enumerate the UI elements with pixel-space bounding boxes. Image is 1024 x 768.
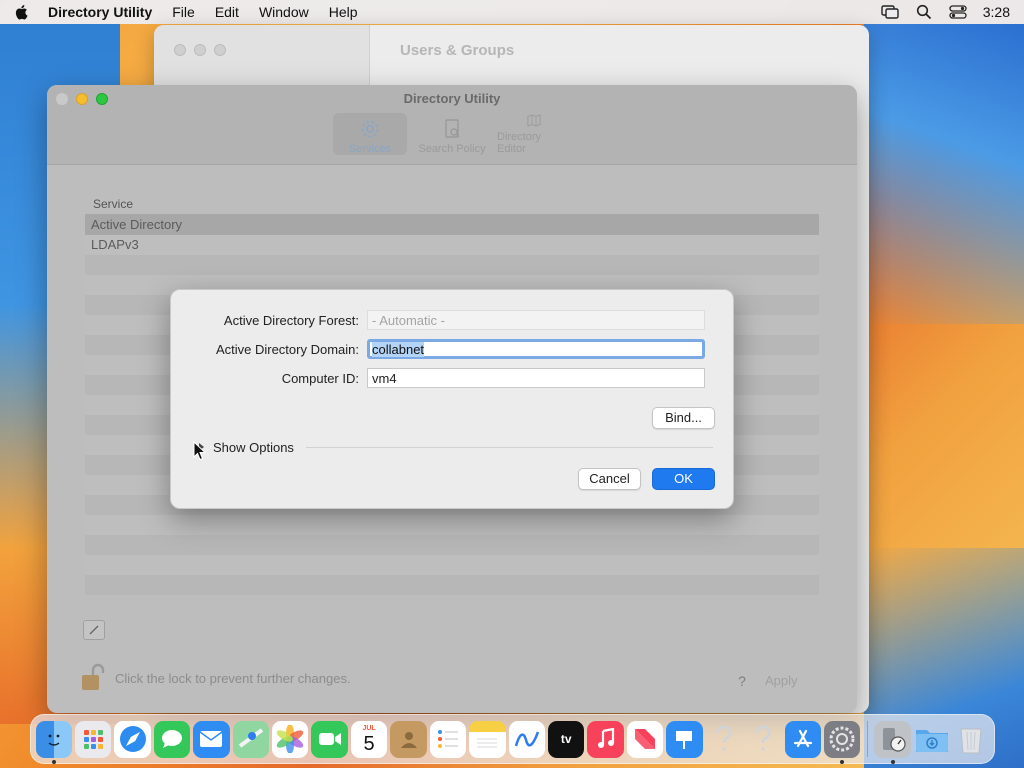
menu-window[interactable]: Window bbox=[259, 4, 309, 20]
mail-icon[interactable] bbox=[193, 720, 230, 758]
empty-row bbox=[85, 515, 819, 535]
tab-search-policy[interactable]: Search Policy bbox=[415, 113, 489, 155]
show-options-label: Show Options bbox=[213, 439, 294, 455]
downloads-folder-icon[interactable] bbox=[914, 721, 950, 758]
system-settings-icon[interactable] bbox=[823, 720, 861, 764]
edit-service-button[interactable] bbox=[83, 620, 105, 640]
menu-help[interactable]: Help bbox=[329, 4, 358, 20]
menu-app-name[interactable]: Directory Utility bbox=[48, 4, 152, 20]
apple-tv-icon[interactable]: tv bbox=[547, 720, 585, 758]
apple-tv-label: tv bbox=[560, 732, 572, 746]
menu-clock[interactable]: 3:28 bbox=[983, 4, 1010, 20]
domain-row: Active Directory Domain: collabnet bbox=[171, 338, 735, 360]
close-button[interactable] bbox=[174, 44, 186, 56]
service-column-header[interactable]: Service bbox=[85, 193, 819, 215]
computer-id-label: Computer ID: bbox=[281, 370, 359, 386]
empty-row bbox=[85, 535, 819, 555]
help-button[interactable]: ? bbox=[733, 673, 751, 691]
messages-icon[interactable] bbox=[153, 720, 191, 758]
forest-label: Active Directory Forest: bbox=[223, 312, 359, 328]
tab-search-policy-label: Search Policy bbox=[418, 143, 486, 155]
map-icon bbox=[527, 114, 541, 127]
screen-mirroring-icon[interactable] bbox=[881, 4, 899, 20]
empty-row bbox=[85, 255, 819, 275]
menu-bar: Directory Utility File Edit Window Help … bbox=[0, 0, 1024, 24]
lock-message: Click the lock to prevent further change… bbox=[115, 670, 351, 686]
keynote-icon[interactable] bbox=[666, 720, 703, 758]
domain-field[interactable]: collabnet bbox=[367, 339, 705, 359]
apply-button[interactable]: Apply bbox=[765, 673, 798, 688]
question-icon[interactable] bbox=[745, 721, 781, 758]
options-divider bbox=[305, 446, 713, 448]
lock-area: Click the lock to prevent further change… bbox=[81, 663, 351, 693]
mouse-pointer-icon bbox=[193, 441, 207, 461]
service-row-active-directory[interactable]: Active Directory bbox=[85, 215, 819, 235]
launchpad-icon[interactable] bbox=[74, 720, 112, 758]
freeform-icon[interactable] bbox=[508, 720, 545, 758]
tab-directory-editor[interactable]: Directory Editor bbox=[497, 113, 571, 155]
calendar-day: 5 bbox=[363, 732, 375, 755]
contacts-icon[interactable] bbox=[390, 720, 427, 758]
spotlight-search-icon[interactable] bbox=[915, 4, 933, 20]
dock-separator bbox=[866, 721, 868, 757]
empty-row bbox=[85, 575, 819, 595]
finder-icon[interactable] bbox=[35, 720, 72, 764]
calendar-month: JUL bbox=[362, 724, 376, 732]
computer-id-row: Computer ID: vm4 bbox=[171, 367, 735, 389]
zoom-button[interactable] bbox=[214, 44, 226, 56]
cancel-button[interactable]: Cancel bbox=[578, 468, 641, 490]
facetime-icon[interactable] bbox=[311, 720, 348, 758]
window-title: Directory Utility bbox=[403, 91, 501, 106]
tab-directory-editor-label: Directory Editor bbox=[497, 131, 542, 155]
notes-icon[interactable] bbox=[469, 720, 506, 758]
ok-button[interactable]: OK bbox=[652, 468, 715, 490]
domain-value: collabnet bbox=[372, 341, 425, 357]
gear-icon bbox=[361, 120, 379, 138]
users-groups-title: Users & Groups bbox=[400, 42, 515, 59]
app-store-icon[interactable] bbox=[784, 720, 821, 758]
empty-row bbox=[85, 555, 819, 575]
tab-services[interactable]: Services bbox=[333, 113, 407, 155]
active-directory-sheet: Active Directory Forest: - Automatic - A… bbox=[170, 289, 734, 509]
reminders-icon[interactable] bbox=[429, 720, 467, 758]
computer-id-field[interactable]: vm4 bbox=[367, 368, 705, 388]
forest-field[interactable]: - Automatic - bbox=[367, 310, 705, 330]
safari-icon[interactable] bbox=[114, 720, 151, 758]
menu-file[interactable]: File bbox=[172, 4, 195, 20]
users-groups-traffic-lights bbox=[174, 44, 226, 56]
calendar-icon[interactable]: JUL 5 bbox=[350, 720, 388, 758]
control-center-icon[interactable] bbox=[949, 4, 967, 20]
maps-icon[interactable] bbox=[232, 720, 270, 758]
directory-utility-icon[interactable] bbox=[874, 720, 911, 764]
wallpaper-top-right bbox=[864, 24, 1024, 324]
apple-menu-icon[interactable] bbox=[14, 4, 28, 20]
toolbar-tabs: Services Search Policy Directory Editor bbox=[333, 113, 571, 155]
forest-row: Active Directory Forest: - Automatic - bbox=[171, 309, 735, 331]
news-icon[interactable] bbox=[626, 720, 664, 758]
dock: JUL 5 tv bbox=[30, 714, 995, 764]
menu-edit[interactable]: Edit bbox=[215, 4, 239, 20]
service-row-ldapv3[interactable]: LDAPv3 bbox=[85, 235, 819, 255]
question-icon[interactable] bbox=[706, 721, 742, 758]
window-toolbar: Directory Utility Services Search Policy… bbox=[47, 85, 857, 165]
search-policy-icon bbox=[445, 119, 460, 138]
tab-services-label: Services bbox=[348, 143, 392, 155]
minimize-button[interactable] bbox=[194, 44, 206, 56]
trash-icon[interactable] bbox=[953, 721, 989, 758]
show-options-disclosure[interactable]: Show Options bbox=[193, 438, 713, 456]
unlocked-padlock-icon[interactable] bbox=[81, 663, 105, 693]
photos-icon[interactable] bbox=[272, 720, 309, 758]
bind-button[interactable]: Bind... bbox=[652, 407, 715, 429]
domain-label: Active Directory Domain: bbox=[215, 341, 359, 357]
music-icon[interactable] bbox=[587, 720, 624, 758]
pencil-icon bbox=[89, 625, 99, 635]
